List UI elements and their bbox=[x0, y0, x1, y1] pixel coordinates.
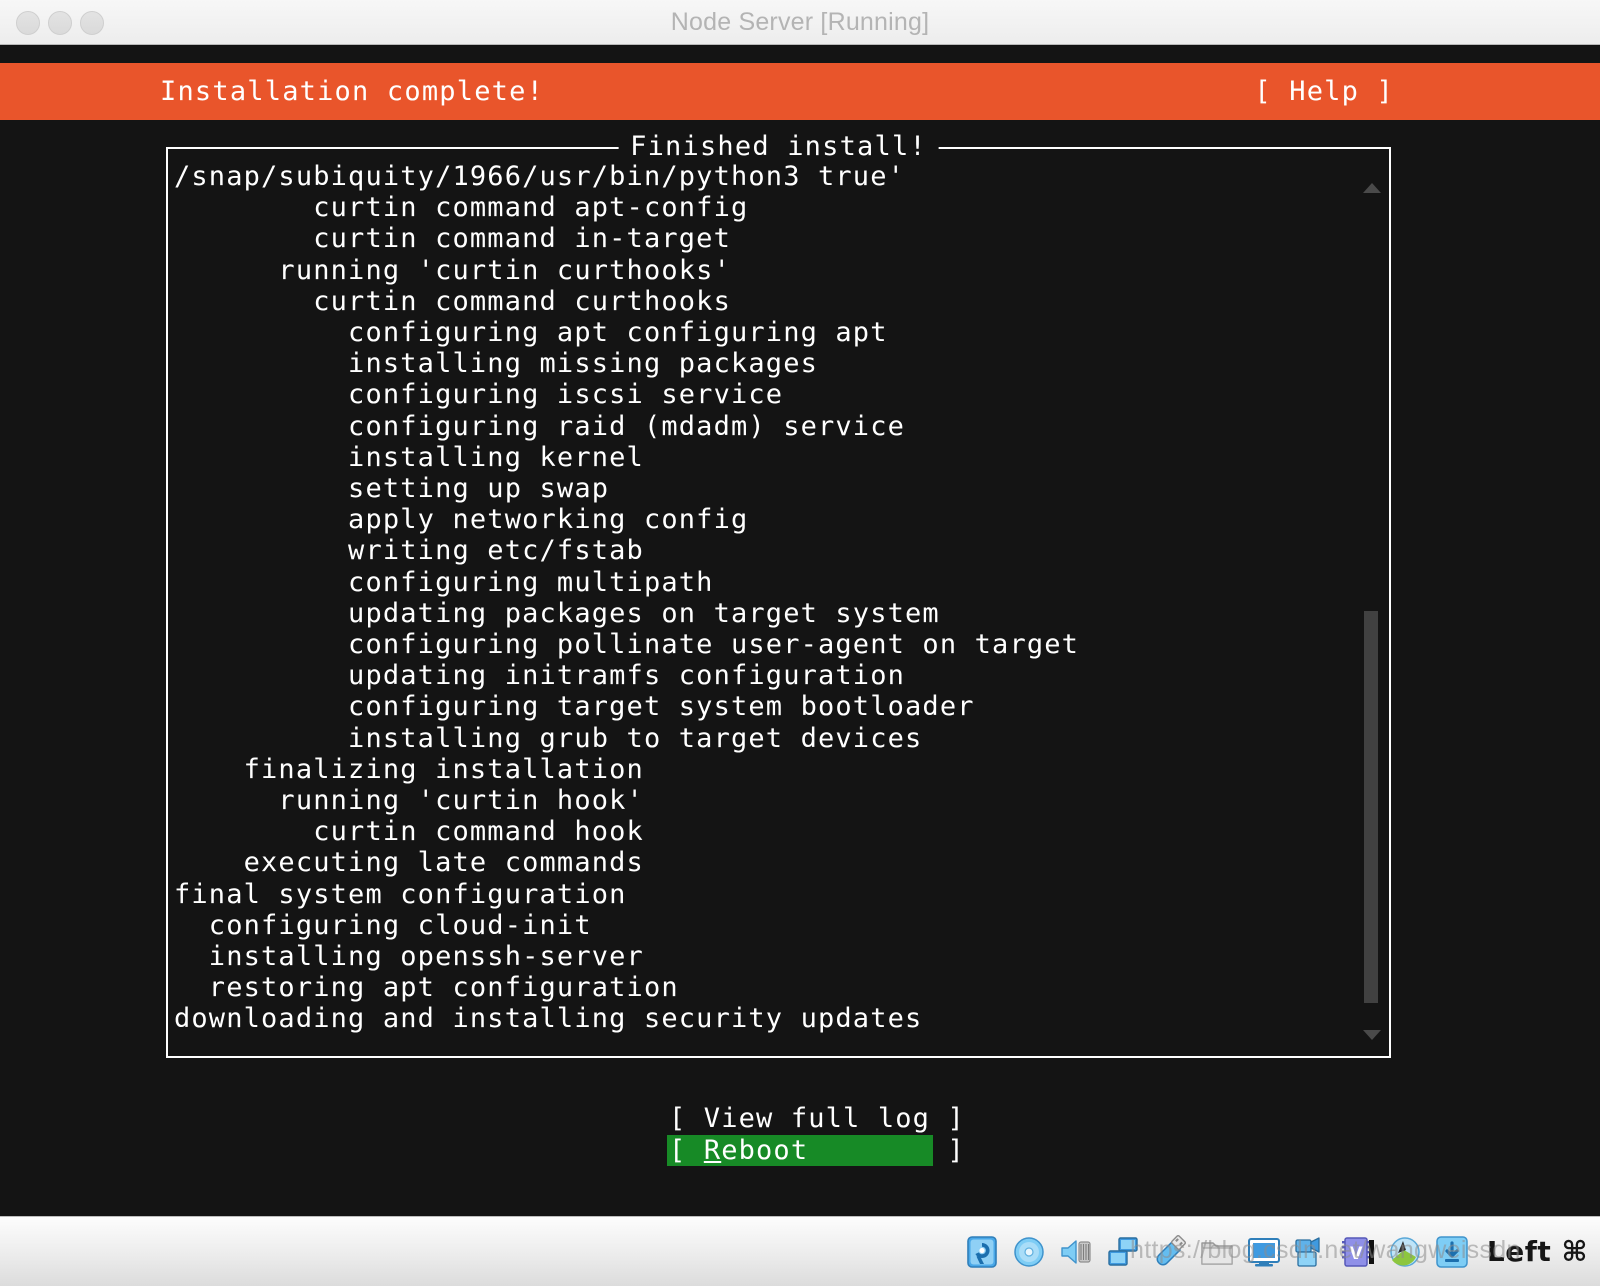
log-line: running 'curtin curthooks' bbox=[174, 254, 731, 286]
installer-action-buttons: [ View full log ][ Reboot ] bbox=[0, 1103, 1600, 1166]
log-line: installing kernel bbox=[174, 441, 644, 473]
log-scrollbar[interactable] bbox=[1361, 155, 1383, 1050]
log-line: executing late commands bbox=[174, 847, 644, 879]
recording-icon[interactable] bbox=[1293, 1234, 1329, 1270]
log-line: /snap/subiquity/1966/usr/bin/python3 tru… bbox=[174, 161, 906, 192]
log-line: curtin command apt-config bbox=[174, 192, 749, 224]
log-line: configuring multipath bbox=[174, 566, 714, 598]
log-line: curtin command curthooks bbox=[174, 285, 731, 317]
log-line: configuring target system bootloader bbox=[174, 691, 975, 723]
window-title: Node Server [Running] bbox=[670, 8, 930, 36]
log-line: configuring cloud-init bbox=[174, 909, 592, 941]
log-line: installing missing packages bbox=[174, 348, 818, 380]
virtualbox-statusbar: V Left ⌘ bbox=[0, 1216, 1600, 1286]
log-line: restoring apt configuration bbox=[174, 972, 679, 1004]
log-line: configuring pollinate user-agent on targ… bbox=[174, 629, 1080, 661]
help-button[interactable]: [ Help ] bbox=[1254, 63, 1394, 120]
log-line: curtin command in-target bbox=[174, 223, 731, 255]
log-line: writing etc/fstab bbox=[174, 535, 644, 567]
log-line: running 'curtin hook' bbox=[174, 785, 644, 817]
host-key-label: Left ⌘ bbox=[1486, 1235, 1588, 1268]
virtualization-icon[interactable]: V bbox=[1340, 1234, 1376, 1270]
scroll-down-arrow-icon[interactable] bbox=[1363, 1030, 1381, 1040]
log-line: configuring raid (mdadm) service bbox=[174, 410, 906, 442]
network-icon[interactable] bbox=[1105, 1234, 1141, 1270]
log-line: final system configuration bbox=[174, 878, 627, 910]
scroll-up-arrow-icon[interactable] bbox=[1363, 183, 1381, 193]
audio-icon[interactable] bbox=[1058, 1234, 1094, 1270]
log-line: installing openssh-server bbox=[174, 941, 644, 973]
host-key-state-icon[interactable] bbox=[1434, 1234, 1470, 1270]
log-line: updating packages on target system bbox=[174, 597, 940, 629]
reboot-button[interactable]: [ Reboot ] bbox=[667, 1134, 964, 1166]
log-line: installing grub to target devices bbox=[174, 722, 923, 754]
log-line: updating initramfs configuration bbox=[174, 660, 906, 692]
log-line: setting up swap bbox=[174, 473, 610, 505]
usb-icon[interactable] bbox=[1152, 1234, 1188, 1270]
log-line: downloading and installing security upda… bbox=[174, 1003, 923, 1035]
mouse-integration-icon[interactable] bbox=[1387, 1234, 1423, 1270]
display-icon[interactable] bbox=[1246, 1234, 1282, 1270]
log-line: finalizing installation bbox=[174, 753, 644, 785]
hard-disk-icon[interactable] bbox=[964, 1234, 1000, 1270]
installer-header-bar: Installation complete! [ Help ] bbox=[0, 63, 1600, 120]
vm-guest-screen: Installation complete! [ Help ] Finished… bbox=[0, 46, 1600, 1216]
log-line: configuring apt configuring apt bbox=[174, 317, 888, 349]
shared-folder-icon[interactable] bbox=[1199, 1234, 1235, 1270]
log-line: curtin command hook bbox=[174, 816, 644, 848]
log-line: configuring iscsi service bbox=[174, 379, 784, 411]
virtualbox-vm-window: Node Server [Running] Installation compl… bbox=[0, 0, 1600, 1286]
svg-text:V: V bbox=[1349, 1244, 1363, 1264]
log-line: apply networking config bbox=[174, 504, 749, 536]
panel-title: Finished install! bbox=[618, 132, 939, 162]
view-full-log-button[interactable]: [ View full log ] bbox=[667, 1103, 964, 1135]
page-title: Installation complete! bbox=[160, 76, 545, 107]
scrollbar-thumb[interactable] bbox=[1364, 611, 1378, 1003]
window-titlebar: Node Server [Running] bbox=[0, 0, 1600, 45]
install-log-list: /snap/subiquity/1966/usr/bin/python3 tru… bbox=[174, 161, 1364, 1041]
optical-disk-icon[interactable] bbox=[1011, 1234, 1047, 1270]
install-log-panel: Finished install! /snap/subiquity/1966/u… bbox=[166, 132, 1391, 1058]
